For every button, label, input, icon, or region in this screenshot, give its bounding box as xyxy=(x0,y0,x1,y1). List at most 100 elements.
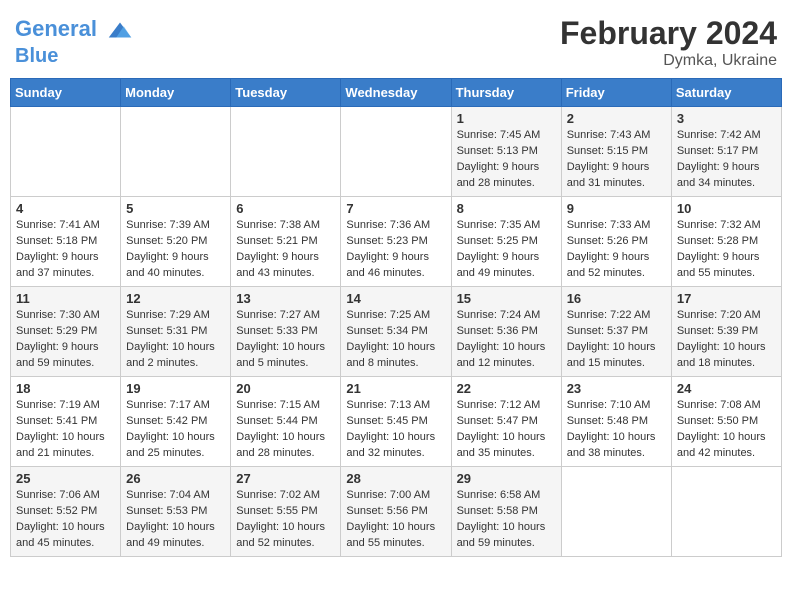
calendar-cell: 15 Sunrise: 7:24 AMSunset: 5:36 PMDayligh… xyxy=(451,287,561,377)
day-header-wednesday: Wednesday xyxy=(341,79,451,107)
calendar-cell: 16Sunrise: 7:22 AMSunset: 5:37 PMDayligh… xyxy=(561,287,671,377)
calendar-cell: 23 Sunrise: 7:10 AMSunset: 5:48 PMDayligh… xyxy=(561,377,671,467)
day-header-monday: Monday xyxy=(121,79,231,107)
calendar-cell: 25 Sunrise: 7:06 AMSunset: 5:52 PMDayligh… xyxy=(11,467,121,557)
day-number: 7 xyxy=(346,201,445,216)
day-info: Sunrise: 7:25 AMSunset: 5:34 PMDaylight:… xyxy=(346,308,445,372)
day-info: Sunrise: 6:58 AMSunset: 5:58 PMDaylight:… xyxy=(457,488,556,552)
day-number: 23 xyxy=(567,381,666,396)
calendar-header-row: SundayMondayTuesdayWednesdayThursdayFrid… xyxy=(11,79,782,107)
calendar-cell: 21 Sunrise: 7:13 AMSunset: 5:45 PMDayligh… xyxy=(341,377,451,467)
day-info: Sunrise: 7:19 AMSunset: 5:41 PMDaylight:… xyxy=(16,398,115,462)
calendar-week-4: 18 Sunrise: 7:19 AMSunset: 5:41 PMDayligh… xyxy=(11,377,782,467)
day-info: Sunrise: 7:42 AMSunset: 5:17 PMDaylight:… xyxy=(677,128,776,192)
day-info: Sunrise: 7:06 AMSunset: 5:52 PMDaylight:… xyxy=(16,488,115,552)
day-info: Sunrise: 7:13 AMSunset: 5:45 PMDaylight:… xyxy=(346,398,445,462)
day-number: 15 xyxy=(457,291,556,306)
day-number: 29 xyxy=(457,471,556,486)
day-number: 10 xyxy=(677,201,776,216)
month-title: February 2024 xyxy=(560,15,777,52)
day-info: Sunrise: 7:35 AMSunset: 5:25 PMDaylight:… xyxy=(457,218,556,282)
day-header-sunday: Sunday xyxy=(11,79,121,107)
day-header-saturday: Saturday xyxy=(671,79,781,107)
day-number: 25 xyxy=(16,471,115,486)
calendar-cell: 11 Sunrise: 7:30 AMSunset: 5:29 PMDayligh… xyxy=(11,287,121,377)
calendar-week-2: 4Sunrise: 7:41 AMSunset: 5:18 PMDaylight… xyxy=(11,197,782,287)
day-info: Sunrise: 7:30 AMSunset: 5:29 PMDaylight:… xyxy=(16,308,115,372)
day-header-tuesday: Tuesday xyxy=(231,79,341,107)
calendar-cell: 12 Sunrise: 7:29 AMSunset: 5:31 PMDayligh… xyxy=(121,287,231,377)
day-info: Sunrise: 7:24 AMSunset: 5:36 PMDaylight:… xyxy=(457,308,556,372)
day-header-friday: Friday xyxy=(561,79,671,107)
calendar-cell: 10Sunrise: 7:32 AMSunset: 5:28 PMDayligh… xyxy=(671,197,781,287)
calendar-cell: 7 Sunrise: 7:36 AMSunset: 5:23 PMDaylight… xyxy=(341,197,451,287)
day-info: Sunrise: 7:00 AMSunset: 5:56 PMDaylight:… xyxy=(346,488,445,552)
calendar-cell xyxy=(121,107,231,197)
day-number: 20 xyxy=(236,381,335,396)
calendar-cell: 9 Sunrise: 7:33 AMSunset: 5:26 PMDaylight… xyxy=(561,197,671,287)
day-number: 4 xyxy=(16,201,115,216)
day-number: 21 xyxy=(346,381,445,396)
calendar-cell: 20 Sunrise: 7:15 AMSunset: 5:44 PMDayligh… xyxy=(231,377,341,467)
logo-icon xyxy=(105,15,135,45)
calendar-cell: 18 Sunrise: 7:19 AMSunset: 5:41 PMDayligh… xyxy=(11,377,121,467)
calendar-cell: 17Sunrise: 7:20 AMSunset: 5:39 PMDayligh… xyxy=(671,287,781,377)
calendar-cell: 22Sunrise: 7:12 AMSunset: 5:47 PMDayligh… xyxy=(451,377,561,467)
calendar-cell: 3 Sunrise: 7:42 AMSunset: 5:17 PMDaylight… xyxy=(671,107,781,197)
day-info: Sunrise: 7:43 AMSunset: 5:15 PMDaylight:… xyxy=(567,128,666,192)
calendar-cell: 28 Sunrise: 7:00 AMSunset: 5:56 PMDayligh… xyxy=(341,467,451,557)
calendar-cell xyxy=(11,107,121,197)
day-number: 22 xyxy=(457,381,556,396)
day-number: 18 xyxy=(16,381,115,396)
day-number: 19 xyxy=(126,381,225,396)
day-info: Sunrise: 7:15 AMSunset: 5:44 PMDaylight:… xyxy=(236,398,335,462)
calendar-cell: 19 Sunrise: 7:17 AMSunset: 5:42 PMDayligh… xyxy=(121,377,231,467)
title-block: February 2024 Dymka, Ukraine xyxy=(560,15,777,70)
calendar-cell xyxy=(341,107,451,197)
calendar-cell xyxy=(231,107,341,197)
day-info: Sunrise: 7:04 AMSunset: 5:53 PMDaylight:… xyxy=(126,488,225,552)
calendar-cell: 6Sunrise: 7:38 AMSunset: 5:21 PMDaylight… xyxy=(231,197,341,287)
calendar-cell: 8 Sunrise: 7:35 AMSunset: 5:25 PMDaylight… xyxy=(451,197,561,287)
calendar-cell: 14Sunrise: 7:25 AMSunset: 5:34 PMDayligh… xyxy=(341,287,451,377)
day-number: 12 xyxy=(126,291,225,306)
day-info: Sunrise: 7:45 AMSunset: 5:13 PMDaylight:… xyxy=(457,128,556,192)
calendar-week-5: 25 Sunrise: 7:06 AMSunset: 5:52 PMDayligh… xyxy=(11,467,782,557)
day-number: 11 xyxy=(16,291,115,306)
day-number: 6 xyxy=(236,201,335,216)
day-number: 26 xyxy=(126,471,225,486)
calendar-week-3: 11 Sunrise: 7:30 AMSunset: 5:29 PMDayligh… xyxy=(11,287,782,377)
day-number: 28 xyxy=(346,471,445,486)
calendar-cell: 13 Sunrise: 7:27 AMSunset: 5:33 PMDayligh… xyxy=(231,287,341,377)
day-info: Sunrise: 7:17 AMSunset: 5:42 PMDaylight:… xyxy=(126,398,225,462)
logo-blue-text: Blue xyxy=(15,45,135,67)
day-number: 2 xyxy=(567,111,666,126)
day-number: 9 xyxy=(567,201,666,216)
day-number: 5 xyxy=(126,201,225,216)
day-number: 13 xyxy=(236,291,335,306)
day-info: Sunrise: 7:27 AMSunset: 5:33 PMDaylight:… xyxy=(236,308,335,372)
day-number: 16 xyxy=(567,291,666,306)
day-info: Sunrise: 7:36 AMSunset: 5:23 PMDaylight:… xyxy=(346,218,445,282)
day-info: Sunrise: 7:29 AMSunset: 5:31 PMDaylight:… xyxy=(126,308,225,372)
calendar-cell xyxy=(671,467,781,557)
calendar-cell: 26 Sunrise: 7:04 AMSunset: 5:53 PMDayligh… xyxy=(121,467,231,557)
day-number: 1 xyxy=(457,111,556,126)
day-number: 8 xyxy=(457,201,556,216)
day-info: Sunrise: 7:10 AMSunset: 5:48 PMDaylight:… xyxy=(567,398,666,462)
day-number: 3 xyxy=(677,111,776,126)
day-header-thursday: Thursday xyxy=(451,79,561,107)
day-info: Sunrise: 7:33 AMSunset: 5:26 PMDaylight:… xyxy=(567,218,666,282)
day-info: Sunrise: 7:08 AMSunset: 5:50 PMDaylight:… xyxy=(677,398,776,462)
logo: General Blue xyxy=(15,15,135,67)
page-header: General Blue February 2024 Dymka, Ukrain… xyxy=(10,10,782,70)
calendar-cell: 1 Sunrise: 7:45 AMSunset: 5:13 PMDaylight… xyxy=(451,107,561,197)
day-info: Sunrise: 7:20 AMSunset: 5:39 PMDaylight:… xyxy=(677,308,776,372)
calendar-cell: 29 Sunrise: 6:58 AMSunset: 5:58 PMDayligh… xyxy=(451,467,561,557)
calendar-cell: 27 Sunrise: 7:02 AMSunset: 5:55 PMDayligh… xyxy=(231,467,341,557)
day-number: 27 xyxy=(236,471,335,486)
calendar-cell xyxy=(561,467,671,557)
calendar-cell: 2 Sunrise: 7:43 AMSunset: 5:15 PMDaylight… xyxy=(561,107,671,197)
logo-text: General xyxy=(15,15,135,45)
day-info: Sunrise: 7:02 AMSunset: 5:55 PMDaylight:… xyxy=(236,488,335,552)
